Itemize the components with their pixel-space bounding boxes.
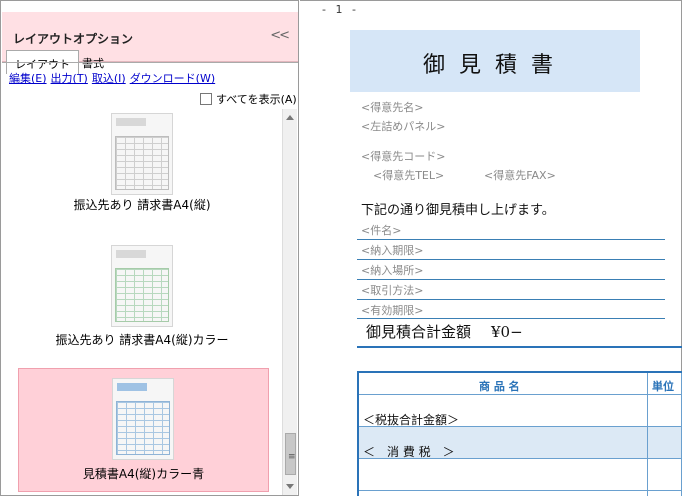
template-item[interactable]: 振込先あり 請求書A4(縦)	[3, 109, 281, 229]
show-all-label: すべてを表示(A)	[216, 93, 297, 106]
total-label: 御見積合計金額	[366, 323, 472, 341]
layout-options-panel: レイアウトオプション << レイアウト 書式 編集(E) 出力(T) 取込(I) ダウ…	[0, 0, 299, 496]
grip-icon: ≡	[288, 452, 296, 462]
intro-text: 下記の通り御見積申し上げます。	[361, 203, 555, 218]
scroll-thumb[interactable]: ≡	[285, 433, 296, 475]
condition-subject: <件名>	[361, 224, 402, 237]
header-unit: 単位	[652, 380, 674, 393]
checkbox-box[interactable]	[200, 93, 212, 105]
scroll-up-icon[interactable]	[286, 115, 294, 120]
left-panel-field: <左詰めパネル>	[361, 120, 446, 133]
customer-tel-field: <得意先TEL>	[373, 169, 445, 182]
template-list: 振込先あり 請求書A4(縦) 振込先あり 請求書A4(縦)カラー 見積書A4(縦…	[3, 109, 281, 495]
template-item[interactable]: 振込先あり 請求書A4(縦)カラー	[3, 241, 281, 361]
condition-validity: <有効期限>	[361, 304, 424, 317]
total-amount: ¥0−	[491, 323, 523, 341]
menu-output[interactable]: 出力(T)	[51, 72, 88, 85]
column-divider	[647, 373, 648, 496]
table-row	[359, 459, 682, 491]
menu-download[interactable]: ダウンロード(W)	[130, 72, 215, 85]
condition-rule	[357, 259, 665, 260]
condition-rule	[357, 239, 665, 240]
condition-rule	[357, 318, 665, 319]
customer-fax-field: <得意先FAX>	[484, 169, 556, 182]
panel-header: レイアウトオプション << レイアウト 書式	[2, 12, 298, 74]
condition-method: <取引方法>	[361, 284, 424, 297]
template-thumbnail	[111, 113, 173, 195]
header-item-name: 商 品 名	[479, 380, 520, 393]
template-label: 見積書A4(縦)カラー青	[82, 467, 205, 481]
condition-deadline: <納入期限>	[361, 244, 424, 257]
condition-rule	[357, 279, 665, 280]
collapse-icon[interactable]: <<	[270, 28, 290, 43]
menu-edit[interactable]: 編集(E)	[9, 72, 47, 85]
page-number: - 1 -	[322, 3, 359, 16]
template-thumbnail	[111, 245, 173, 327]
condition-rule	[357, 299, 665, 300]
estimate-total: 御見積合計金額 ¥0−	[366, 321, 523, 342]
table-header-row	[359, 373, 682, 395]
customer-name-field: <得意先名>	[361, 101, 424, 114]
condition-place: <納入場所>	[361, 264, 424, 277]
template-thumbnail	[112, 378, 174, 460]
vertical-scrollbar[interactable]: ≡	[282, 109, 297, 495]
menu-import[interactable]: 取込(I)	[92, 72, 126, 85]
tab-divider	[2, 62, 298, 63]
action-menu: 編集(E) 出力(T) 取込(I) ダウンロード(W)	[9, 70, 219, 86]
subtotal-label: ＜税抜合計金額＞	[363, 413, 460, 427]
template-label: 振込先あり 請求書A4(縦)カラー	[55, 333, 229, 347]
document-title: 御見積書	[422, 53, 567, 78]
total-rule	[357, 346, 682, 348]
items-table: 商 品 名 単位 ＜税抜合計金額＞ ＜ 消 費 税 ＞	[357, 371, 682, 496]
tax-label: ＜ 消 費 税 ＞	[363, 445, 455, 459]
title-box: 御見積書	[350, 30, 640, 92]
document-preview: - 1 - 御見積書 <得意先名> <左詰めパネル> <得意先コード> <得意先…	[300, 0, 682, 496]
scroll-down-icon[interactable]	[286, 484, 294, 489]
customer-code-field: <得意先コード>	[361, 150, 446, 163]
template-item-selected[interactable]: 見積書A4(縦)カラー青	[18, 368, 269, 492]
template-label: 振込先あり 請求書A4(縦)	[73, 198, 211, 212]
panel-title: レイアウトオプション	[13, 32, 134, 46]
show-all-checkbox[interactable]: すべてを表示(A)	[200, 91, 297, 107]
